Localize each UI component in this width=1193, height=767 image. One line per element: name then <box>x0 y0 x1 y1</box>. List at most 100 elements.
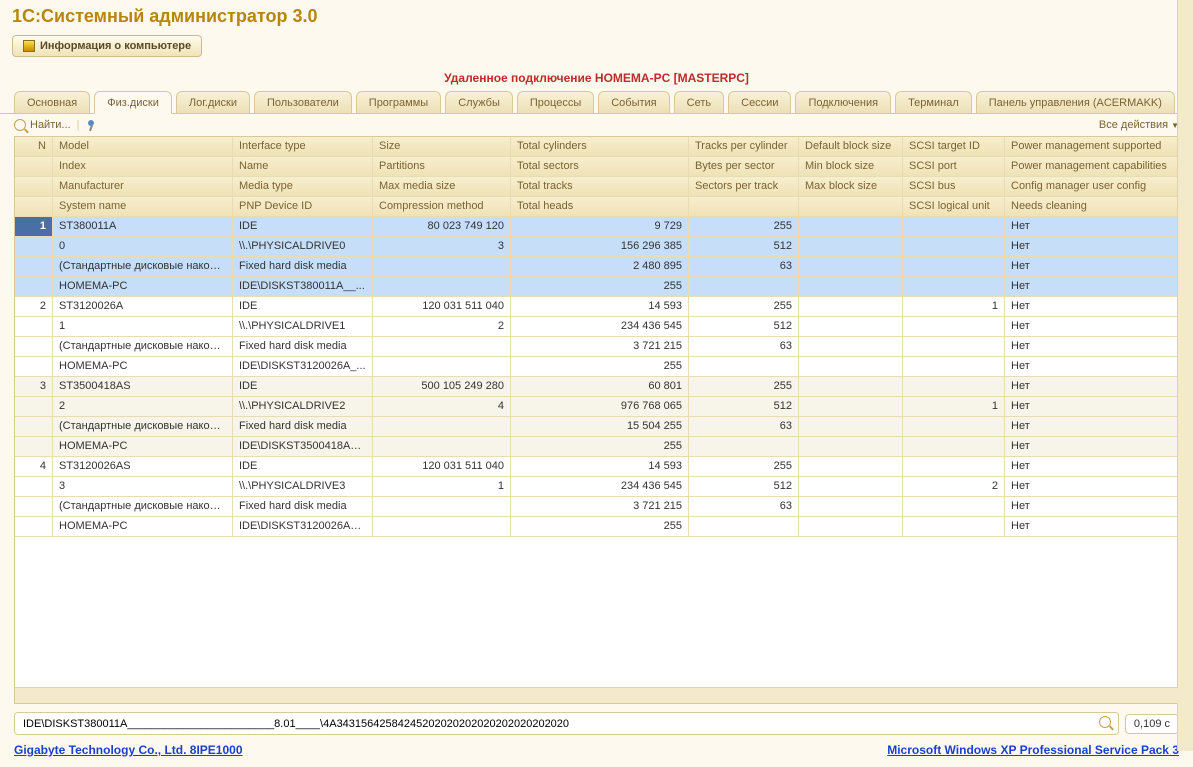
column-header[interactable]: Needs cleaning <box>1005 197 1178 216</box>
tab-10[interactable]: Подключения <box>795 91 891 113</box>
tab-11[interactable]: Терминал <box>895 91 972 113</box>
cell: Fixed hard disk media <box>233 417 373 436</box>
column-header[interactable]: Sectors per track <box>689 177 799 196</box>
column-header[interactable]: Max media size <box>373 177 511 196</box>
detail-search-button[interactable] <box>1096 716 1114 731</box>
tab-9[interactable]: Сессии <box>728 91 791 113</box>
cell <box>373 337 511 356</box>
cell <box>373 357 511 376</box>
table-row[interactable]: 2ST3120026AIDE120 031 511 04014 5932551Н… <box>15 297 1178 317</box>
table-row[interactable]: 2\\.\PHYSICALDRIVE24976 768 0655121Нет <box>15 397 1178 417</box>
cell <box>799 417 903 436</box>
column-header[interactable]: Compression method <box>373 197 511 216</box>
cell: Fixed hard disk media <box>233 497 373 516</box>
column-header[interactable]: Total sectors <box>511 157 689 176</box>
column-header[interactable]: Media type <box>233 177 373 196</box>
column-header[interactable]: Power management capabilities <box>1005 157 1178 176</box>
tab-1[interactable]: Физ.диски <box>94 91 172 114</box>
column-header[interactable]: Size <box>373 137 511 156</box>
cell: IDE <box>233 297 373 316</box>
os-link[interactable]: Microsoft Windows XP Professional Servic… <box>887 743 1179 757</box>
cell: 4 <box>373 397 511 416</box>
column-header[interactable]: SCSI logical unit <box>903 197 1005 216</box>
table-row[interactable]: 3\\.\PHYSICALDRIVE31234 436 5455122Нет <box>15 477 1178 497</box>
row-number <box>15 517 53 536</box>
column-header[interactable]: Total tracks <box>511 177 689 196</box>
tab-2[interactable]: Лог.диски <box>176 91 250 113</box>
column-header[interactable]: System name <box>53 197 233 216</box>
column-header[interactable]: Index <box>53 157 233 176</box>
cell <box>903 257 1005 276</box>
column-header[interactable]: Min block size <box>799 157 903 176</box>
cell: Нет <box>1005 477 1178 496</box>
column-header[interactable] <box>799 197 903 216</box>
cell <box>799 477 903 496</box>
cell <box>373 417 511 436</box>
tab-7[interactable]: События <box>598 91 669 113</box>
remote-connection-label: Удаленное подключение HOMEMA-PC [MASTERP… <box>0 71 1193 85</box>
column-header[interactable]: Config manager user config <box>1005 177 1178 196</box>
table-row[interactable]: HOMEMA-PCIDE\DISKST3120026AS...255Нет <box>15 517 1178 537</box>
table-row[interactable]: (Стандартные дисковые накопи...Fixed har… <box>15 417 1178 437</box>
tab-6[interactable]: Процессы <box>517 91 594 113</box>
cell: Нет <box>1005 257 1178 276</box>
column-header[interactable]: Total heads <box>511 197 689 216</box>
find-button[interactable]: Найти... <box>14 119 71 131</box>
horizontal-scrollbar[interactable] <box>15 687 1178 703</box>
cell: 120 031 511 040 <box>373 297 511 316</box>
motherboard-link[interactable]: Gigabyte Technology Co., Ltd. 8IPE1000 <box>14 743 243 757</box>
column-header[interactable]: SCSI bus <box>903 177 1005 196</box>
table-row[interactable]: (Стандартные дисковые накопи...Fixed har… <box>15 337 1178 357</box>
table-row[interactable]: (Стандартные дисковые накопи...Fixed har… <box>15 257 1178 277</box>
column-header[interactable]: Name <box>233 157 373 176</box>
vertical-scrollbar[interactable] <box>1177 0 1193 751</box>
table-row[interactable]: (Стандартные дисковые накопи...Fixed har… <box>15 497 1178 517</box>
column-header[interactable]: Tracks per cylinder <box>689 137 799 156</box>
column-header[interactable]: Total cylinders <box>511 137 689 156</box>
column-header[interactable]: Bytes per sector <box>689 157 799 176</box>
column-header[interactable]: SCSI port <box>903 157 1005 176</box>
column-header[interactable]: Interface type <box>233 137 373 156</box>
column-header[interactable]: Model <box>53 137 233 156</box>
table-row[interactable]: 1ST380011AIDE80 023 749 1209 729255Нет <box>15 217 1178 237</box>
tab-5[interactable]: Службы <box>445 91 513 113</box>
tab-8[interactable]: Сеть <box>674 91 724 113</box>
table-row[interactable]: HOMEMA-PCIDE\DISKST3500418AS...255Нет <box>15 437 1178 457</box>
column-header[interactable] <box>15 157 53 176</box>
column-header[interactable]: Partitions <box>373 157 511 176</box>
column-header[interactable]: Manufacturer <box>53 177 233 196</box>
cell: Нет <box>1005 377 1178 396</box>
computer-icon <box>23 40 35 52</box>
table-row[interactable]: 3ST3500418ASIDE500 105 249 28060 801255Н… <box>15 377 1178 397</box>
column-header[interactable]: SCSI target ID <box>903 137 1005 156</box>
pin-button[interactable] <box>85 119 97 131</box>
table-row[interactable]: 4ST3120026ASIDE120 031 511 04014 593255Н… <box>15 457 1178 477</box>
column-header[interactable] <box>689 197 799 216</box>
table-row[interactable]: HOMEMA-PCIDE\DISKST380011A__...255Нет <box>15 277 1178 297</box>
column-header[interactable]: Power management supported <box>1005 137 1178 156</box>
all-actions-button[interactable]: Все действия ▼ <box>1099 119 1179 131</box>
cell: Нет <box>1005 237 1178 256</box>
table-row[interactable]: 1\\.\PHYSICALDRIVE12234 436 545512Нет <box>15 317 1178 337</box>
column-header[interactable] <box>15 177 53 196</box>
tab-4[interactable]: Программы <box>356 91 441 113</box>
cell: \\.\PHYSICALDRIVE0 <box>233 237 373 256</box>
table-row[interactable]: HOMEMA-PCIDE\DISKST3120026A_...255Нет <box>15 357 1178 377</box>
header-row: System namePNP Device IDCompression meth… <box>15 197 1178 217</box>
toolbar: Найти... | Все действия ▼ <box>0 114 1193 136</box>
column-header[interactable]: Default block size <box>799 137 903 156</box>
tab-0[interactable]: Основная <box>14 91 90 113</box>
detail-input[interactable] <box>23 718 1096 730</box>
column-header[interactable] <box>15 197 53 216</box>
tab-12[interactable]: Панель управления (ACERMAKK) <box>976 91 1175 113</box>
column-header[interactable]: Max block size <box>799 177 903 196</box>
cell <box>799 297 903 316</box>
cell <box>903 217 1005 236</box>
column-header[interactable]: PNP Device ID <box>233 197 373 216</box>
search-icon <box>14 119 26 131</box>
grid-body[interactable]: 1ST380011AIDE80 023 749 1209 729255Нет0\… <box>15 217 1178 687</box>
table-row[interactable]: 0\\.\PHYSICALDRIVE03156 296 385512Нет <box>15 237 1178 257</box>
computer-info-button[interactable]: Информация о компьютере <box>12 35 202 57</box>
column-header[interactable]: N <box>15 137 53 156</box>
tab-3[interactable]: Пользователи <box>254 91 352 113</box>
